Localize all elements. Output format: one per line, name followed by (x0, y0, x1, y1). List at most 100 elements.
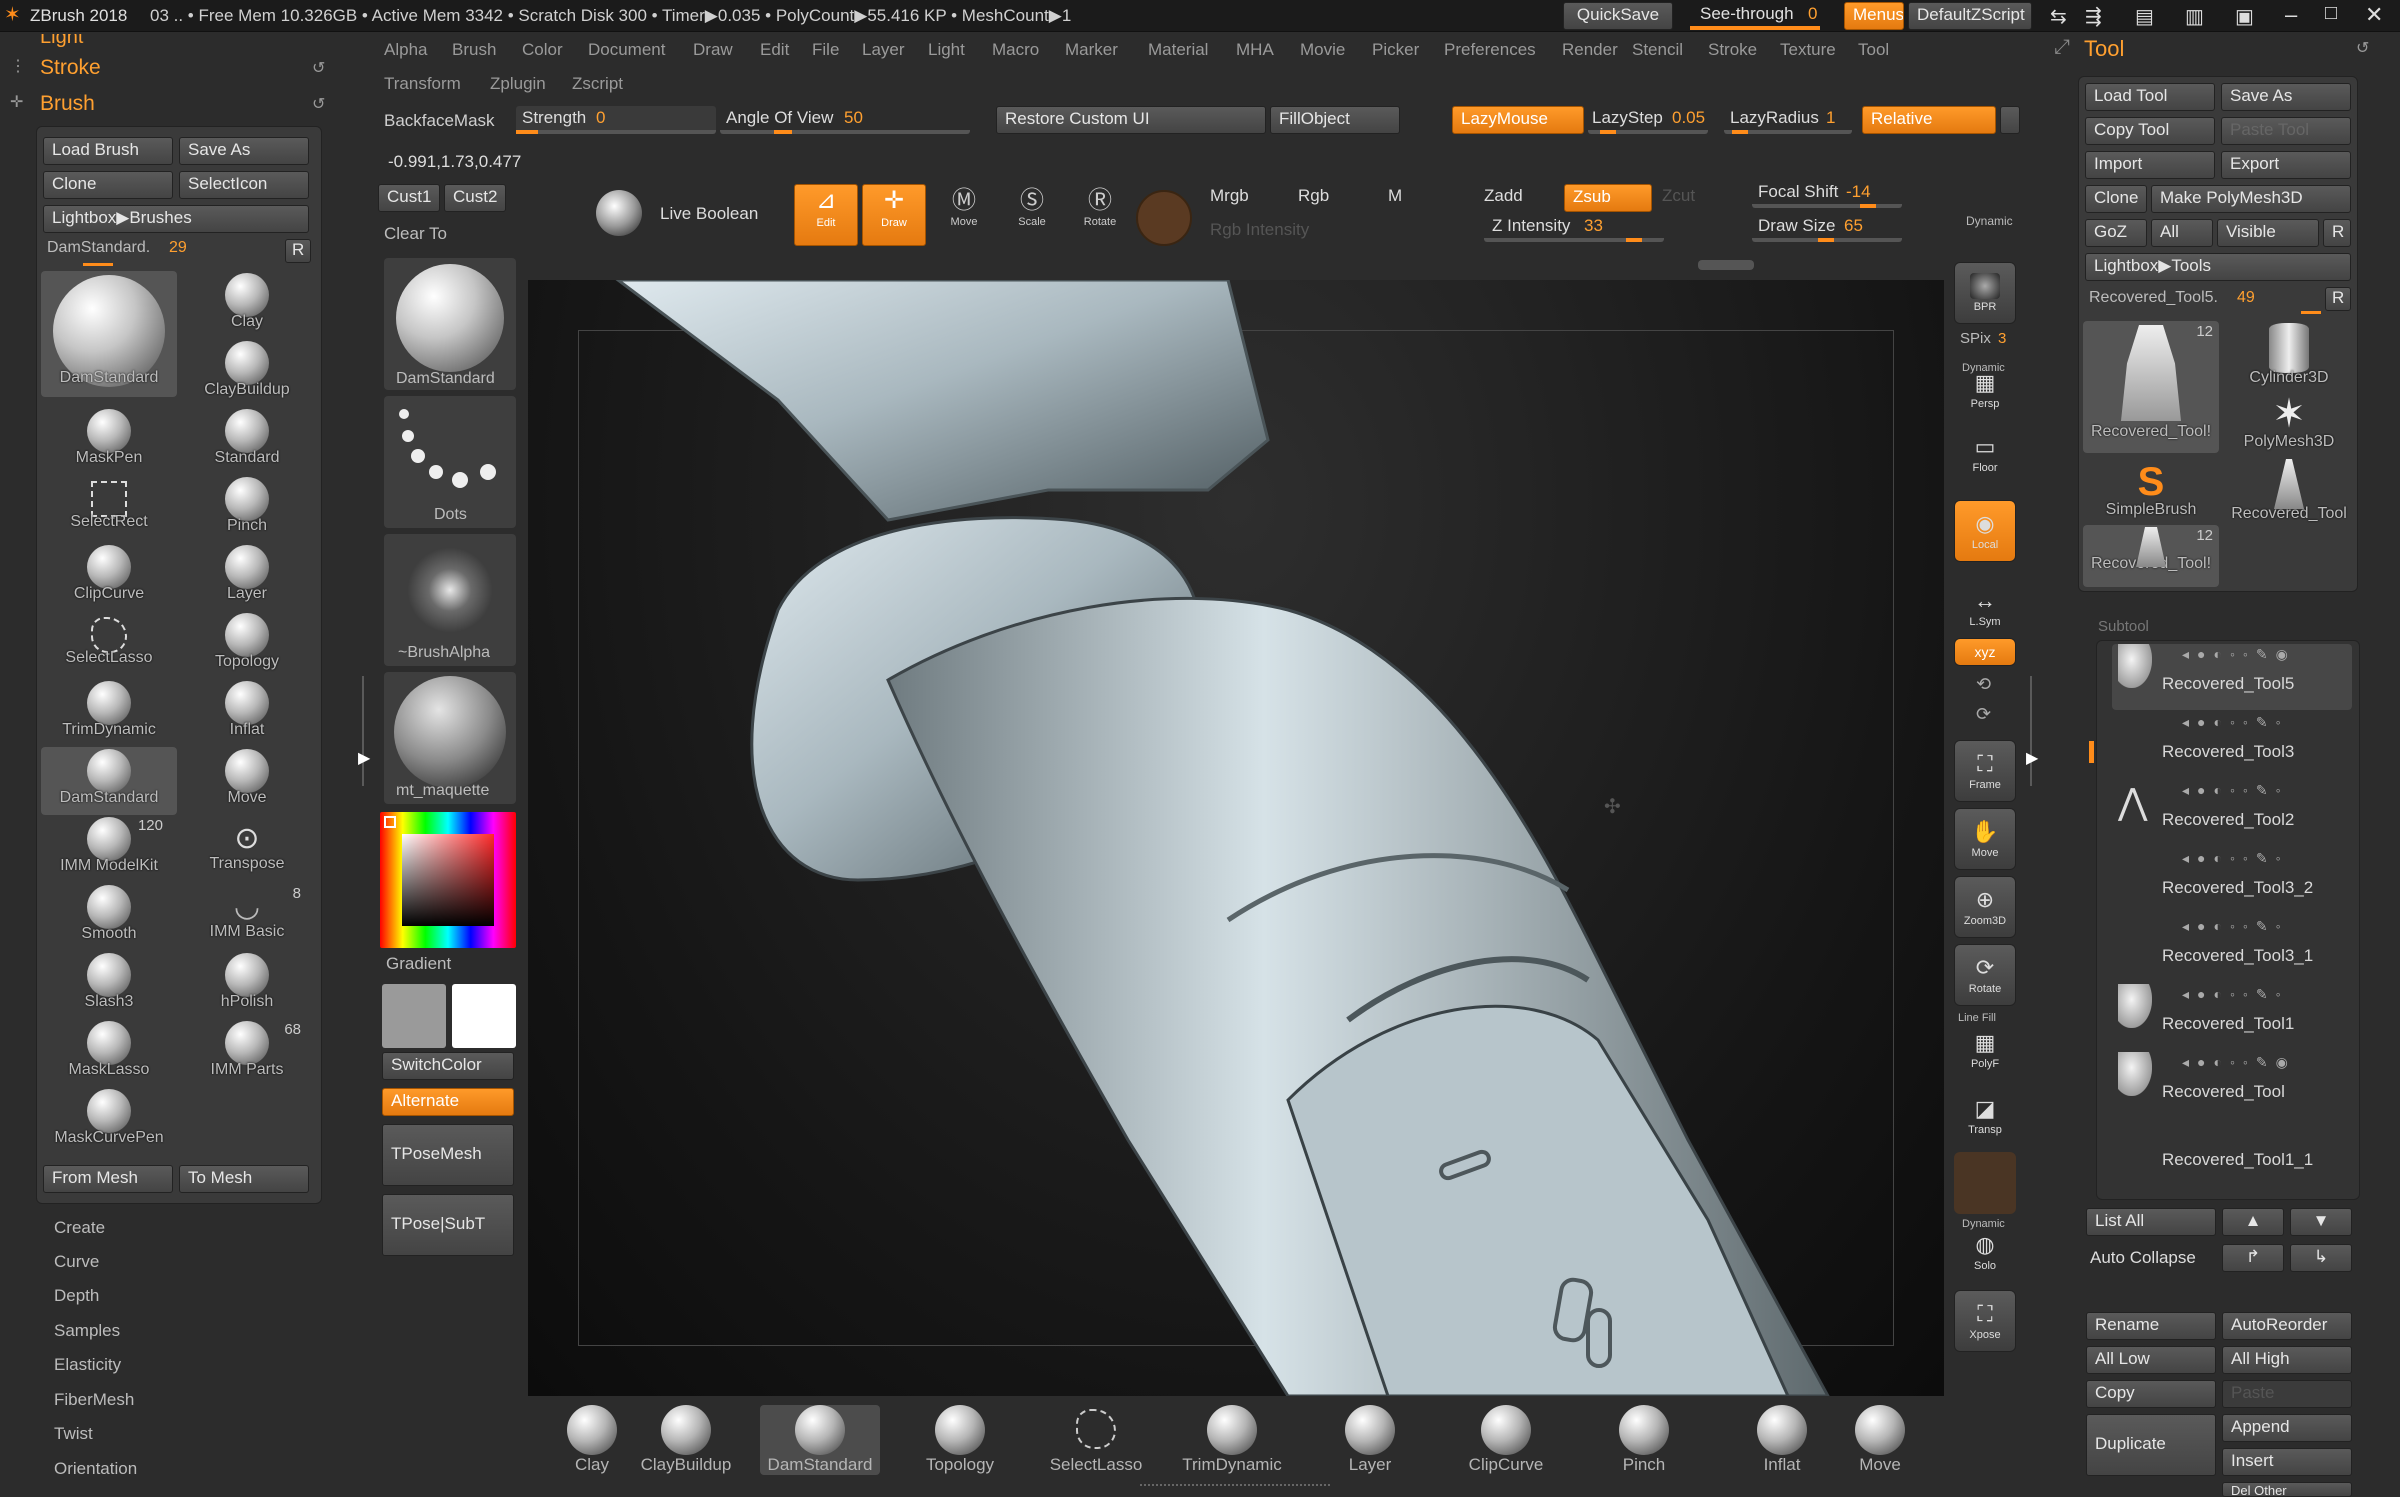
brush-item[interactable]: ⊙ Transpose (179, 815, 315, 883)
paste-tool-button[interactable]: Paste Tool (2221, 117, 2351, 145)
bpr-button[interactable]: BPR (1954, 262, 2016, 324)
current-brush-slot[interactable]: DamStandard (384, 258, 516, 390)
menu-tool[interactable]: Tool (1858, 40, 1889, 60)
subtool-visibility-icons[interactable]: ◂●◐◦◦✎◦ (2182, 986, 2289, 1003)
draw-size-slider[interactable]: Draw Size 65 (1752, 214, 1902, 242)
floor-button[interactable]: ▭ Floor (1954, 424, 2016, 486)
draw-mode-button[interactable]: ✛ Draw (862, 184, 926, 246)
tool-item[interactable]: S SimpleBrush (2083, 457, 2219, 525)
subtool-row[interactable]: ◂●◐◦◦✎◦ Recovered_Tool1 (2112, 984, 2352, 1050)
section-orientation[interactable]: Orientation (54, 1459, 137, 1479)
tposesubt-button[interactable]: TPose|SubT (382, 1194, 514, 1256)
menu-transform[interactable]: Transform (384, 74, 461, 94)
cust2-button[interactable]: Cust2 (444, 184, 506, 212)
menu-light[interactable]: Light (928, 40, 965, 60)
switchcolor-button[interactable]: SwitchColor (382, 1052, 514, 1080)
tool-slider-fill[interactable] (2301, 311, 2321, 314)
import-button[interactable]: Import (2085, 151, 2215, 179)
subtool-visibility-icons[interactable]: ◂●◐◦◦✎◦ (2182, 850, 2289, 867)
seethrough-value[interactable]: 0 (1808, 4, 1817, 24)
alternate-button[interactable]: Alternate (382, 1088, 514, 1116)
bottom-brush-layer[interactable]: Layer (1310, 1405, 1430, 1475)
ghost-button[interactable] (1954, 1152, 2016, 1214)
layout-icon[interactable]: ⇆ (2050, 4, 2067, 29)
lightbox-tools-button[interactable]: Lightbox▶Tools (2085, 253, 2351, 281)
bottom-brush-damstandard[interactable]: DamStandard (760, 1405, 880, 1475)
polyf-button[interactable]: ▦ PolyF (1954, 1020, 2016, 1082)
subtool-visibility-icons[interactable]: ◂●◐◦◦✎◉ (2182, 1054, 2296, 1071)
close-icon[interactable]: ✕ (2365, 2, 2383, 28)
all-low-button[interactable]: All Low (2086, 1346, 2216, 1374)
subtool-visibility-icons[interactable]: ◂●◐◦◦✎◉ (2182, 646, 2296, 663)
brush-item[interactable]: Clay (179, 271, 315, 339)
brush-r-button[interactable]: R (285, 239, 311, 263)
tool-refresh-icon[interactable]: ↺ (2356, 38, 2369, 58)
insert-button[interactable]: Insert (2222, 1448, 2352, 1476)
copy-subtool-button[interactable]: Copy (2086, 1380, 2216, 1408)
subtool-row[interactable]: Recovered_Tool1_1 (2112, 1120, 2352, 1186)
collapse-left-icon[interactable]: ▶ (358, 748, 370, 768)
brush-slider-fill[interactable] (83, 263, 113, 266)
rotate-z-icon[interactable]: ⟳ (1976, 704, 1991, 725)
menu-macro[interactable]: Macro (992, 40, 1039, 60)
move-mode-button[interactable]: Ⓜ Move (932, 186, 996, 246)
copy-tool-button[interactable]: Copy Tool (2085, 117, 2215, 145)
zcut-toggle[interactable]: Zcut (1662, 186, 1695, 206)
m-toggle[interactable]: M (1388, 186, 1402, 206)
edit-mode-button[interactable]: ⊿ Edit (794, 184, 858, 246)
layout2-icon[interactable]: ⇶ (2085, 4, 2102, 29)
brush-item[interactable]: ◡ IMM Basic 8 (179, 883, 315, 951)
backfacemask-label[interactable]: BackfaceMask (384, 111, 495, 131)
lazyradius-slider[interactable]: LazyRadius 1 (1724, 106, 1852, 134)
subtool-row[interactable]: ◂●◐◦◦✎◦ Recovered_Tool3_2 (2112, 848, 2352, 914)
canvas-scrollbar[interactable] (1698, 260, 1754, 270)
seethrough-slider[interactable] (1690, 26, 1820, 30)
persp-button[interactable]: ▦ Persp (1954, 360, 2016, 422)
export-button[interactable]: Export (2221, 151, 2351, 179)
xyz-button[interactable]: xyz (1954, 638, 2016, 666)
subtool-scrollbar[interactable] (2089, 741, 2094, 763)
auto-collapse-label[interactable]: Auto Collapse (2090, 1248, 2196, 1268)
solo-button[interactable]: ◍ Solo (1954, 1222, 2016, 1284)
stroke-menu-label[interactable]: Stroke (40, 56, 101, 80)
tool-r-button[interactable]: R (2325, 287, 2351, 311)
brush-item[interactable]: Topology (179, 611, 315, 679)
tool-panel-title[interactable]: Tool (2084, 36, 2124, 62)
lightbox-brushes-button[interactable]: Lightbox▶Brushes (43, 205, 309, 233)
make-polymesh-button[interactable]: Make PolyMesh3D (2151, 185, 2351, 213)
brush-item[interactable]: Layer (179, 543, 315, 611)
fillobject-button[interactable]: FillObject (1270, 106, 1400, 134)
local-button[interactable]: ◉ Local (1954, 500, 2016, 562)
save-as-brush-button[interactable]: Save As (179, 137, 309, 165)
section-twist[interactable]: Twist (54, 1424, 93, 1444)
focal-shift-slider[interactable]: Focal Shift -14 (1752, 180, 1902, 208)
del-other-button[interactable]: Del Other (2222, 1482, 2352, 1497)
strength-slider[interactable]: Strength 0 (516, 106, 716, 134)
main-color-swatch[interactable] (382, 984, 446, 1048)
brush-item[interactable]: SelectLasso (41, 611, 177, 679)
bottom-brush-clipcurve[interactable]: ClipCurve (1446, 1405, 1566, 1475)
z-intensity-slider[interactable]: Z Intensity 33 (1484, 214, 1664, 242)
menu-document[interactable]: Document (588, 40, 665, 60)
section-depth[interactable]: Depth (54, 1286, 99, 1306)
menu-alpha[interactable]: Alpha (384, 40, 427, 60)
move-view-button[interactable]: ✋ Move (1954, 808, 2016, 870)
left-dock-divider[interactable] (362, 676, 364, 786)
rename-button[interactable]: Rename (2086, 1312, 2216, 1340)
brush-item[interactable]: IMM Parts 68 (179, 1019, 315, 1087)
color-picker[interactable] (380, 812, 516, 948)
goz-r-button[interactable]: R (2323, 219, 2351, 247)
dynamic-toggle[interactable]: Dynamic (1966, 214, 2013, 228)
subtool-header[interactable]: Subtool (2098, 618, 2149, 635)
subtool-visibility-icons[interactable]: ◂●◐◦◦✎◦ (2182, 714, 2289, 731)
rotate-mode-button[interactable]: Ⓡ Rotate (1068, 186, 1132, 246)
subtool-row[interactable]: ◂●◐◦◦✎◦ Recovered_Tool3 (2112, 712, 2352, 778)
menu-stroke[interactable]: Stroke (1708, 40, 1757, 60)
move-down-button[interactable]: ▼ (2290, 1208, 2352, 1236)
brush-menu-label[interactable]: Brush (40, 92, 95, 116)
brush-item[interactable]: Standard (179, 407, 315, 475)
menu-render[interactable]: Render (1562, 40, 1618, 60)
bottom-brush-topology[interactable]: Topology (900, 1405, 1020, 1475)
live-boolean-icon[interactable] (596, 190, 642, 236)
menu-edit[interactable]: Edit (760, 40, 789, 60)
